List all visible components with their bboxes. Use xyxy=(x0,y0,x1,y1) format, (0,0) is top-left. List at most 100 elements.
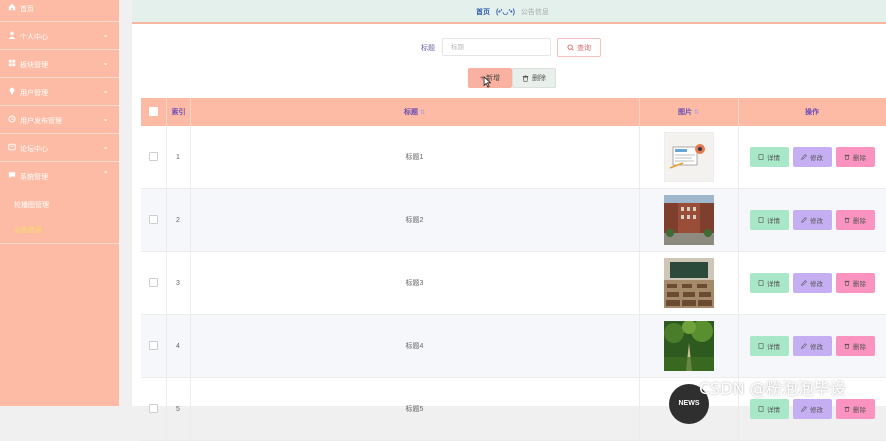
document-icon xyxy=(758,280,764,286)
row-check-cell[interactable] xyxy=(141,314,167,378)
cursor-icon xyxy=(483,76,492,88)
edit-button-label: 修改 xyxy=(810,281,823,288)
trash-icon xyxy=(844,406,850,412)
row-ops-cell: 详情 修改 删除 xyxy=(738,251,886,315)
detail-button[interactable]: 详情 xyxy=(749,147,789,167)
chevron-up-icon: ⌃ xyxy=(102,170,109,179)
delete-button[interactable]: 删除 xyxy=(835,399,875,419)
header-image[interactable]: 图片 ⇅ xyxy=(639,98,739,126)
delete-button[interactable]: 删除 xyxy=(835,273,875,293)
edit-button[interactable]: 修改 xyxy=(792,336,832,356)
row-checkbox[interactable] xyxy=(148,151,158,161)
edit-button[interactable]: 修改 xyxy=(792,273,832,293)
pencil-icon xyxy=(801,343,807,349)
sidebar-item-label: 论坛中心 xyxy=(20,146,48,153)
row-title: 标题5 xyxy=(190,377,640,441)
sidebar-item-user-posts[interactable]: 用户发布管理 ⌄ xyxy=(0,106,119,134)
row-check-cell[interactable] xyxy=(141,188,167,252)
classroom-image xyxy=(663,258,714,308)
detail-button-label: 详情 xyxy=(767,218,780,225)
detail-button[interactable]: 详情 xyxy=(749,399,789,419)
sidebar-item-label: 系统管理 xyxy=(20,174,48,181)
sidebar-item-home[interactable]: 首页 xyxy=(0,0,119,22)
table-header-row: 索引 标题 ⇅ 图片 ⇅ 操作 xyxy=(141,98,886,126)
delete-button-label: 删除 xyxy=(853,281,866,288)
sidebar-subitem-carousel[interactable]: 轮播图管理 xyxy=(14,200,49,210)
detail-button[interactable]: 详情 xyxy=(749,210,789,230)
sidebar-item-label: 用户管理 xyxy=(20,90,48,97)
edit-button-label: 修改 xyxy=(810,344,823,351)
row-check-cell[interactable] xyxy=(141,126,167,189)
sidebar-item-label: 用户发布管理 xyxy=(20,118,62,125)
search-icon xyxy=(567,44,574,51)
pencil-icon xyxy=(801,217,807,223)
header-ops: 操作 xyxy=(738,98,886,126)
document-icon xyxy=(758,343,764,349)
row-check-cell[interactable] xyxy=(141,377,167,441)
row-index: 4 xyxy=(166,314,191,378)
row-checkbox[interactable] xyxy=(148,340,158,350)
breadcrumb-home[interactable]: 首页 xyxy=(476,9,490,16)
row-checkbox[interactable] xyxy=(148,277,158,287)
chevron-down-icon: ⌄ xyxy=(102,142,109,151)
delete-button[interactable]: 删除 xyxy=(835,336,875,356)
edit-button[interactable]: 修改 xyxy=(792,399,832,419)
trash-icon xyxy=(844,154,850,160)
school-building-image xyxy=(663,195,714,245)
watermark: CSDN @粉泡泡毕设 xyxy=(699,379,846,398)
row-actions: 详情 修改 删除 xyxy=(739,399,886,419)
row-image-cell xyxy=(639,314,739,378)
top-bar: 首页 (•'◡'•) 公告信息 xyxy=(132,0,886,24)
detail-button-label: 详情 xyxy=(767,344,780,351)
sidebar-item-board[interactable]: 板块管理 ⌄ xyxy=(0,50,119,78)
row-actions: 详情 修改 删除 xyxy=(739,273,886,293)
sort-icon[interactable]: ⇅ xyxy=(420,110,425,116)
row-check-cell[interactable] xyxy=(141,251,167,315)
pencil-icon xyxy=(801,406,807,412)
row-ops-cell: 详情 修改 删除 xyxy=(738,126,886,189)
sort-icon[interactable]: ⇅ xyxy=(694,110,699,116)
edit-button[interactable]: 修改 xyxy=(792,210,832,230)
home-icon xyxy=(8,3,16,11)
row-ops-cell: 详情 修改 删除 xyxy=(738,314,886,378)
row-actions: 详情 修改 删除 xyxy=(739,336,886,356)
header-title[interactable]: 标题 ⇅ xyxy=(190,98,640,126)
row-checkbox[interactable] xyxy=(148,214,158,224)
sidebar-item-forum[interactable]: 论坛中心 ⌄ xyxy=(0,134,119,162)
select-all-checkbox[interactable] xyxy=(148,106,158,116)
row-actions: 详情 修改 删除 xyxy=(739,147,886,167)
chevron-down-icon: ⌄ xyxy=(102,58,109,67)
row-image-cell xyxy=(639,251,739,315)
sidebar-item-label: 首页 xyxy=(20,6,34,13)
search-input[interactable] xyxy=(442,38,551,56)
sidebar-item-system[interactable]: 系统管理 ⌃ xyxy=(0,162,119,190)
detail-button-label: 详情 xyxy=(767,155,780,162)
header-image-label: 图片 xyxy=(677,109,692,116)
sidebar-item-users[interactable]: 用户管理 ⌄ xyxy=(0,78,119,106)
delete-button[interactable]: 删除 xyxy=(835,210,875,230)
sidebar-subitem-notice[interactable]: 公告信息 xyxy=(14,225,42,235)
batch-delete-button[interactable]: 删除 xyxy=(512,68,556,88)
chevron-down-icon: ⌄ xyxy=(102,114,109,123)
row-checkbox[interactable] xyxy=(148,403,158,413)
row-title: 标题1 xyxy=(190,126,640,189)
breadcrumb-face: (•'◡'•) xyxy=(495,9,515,16)
forum-icon xyxy=(8,143,16,151)
edit-button[interactable]: 修改 xyxy=(792,147,832,167)
row-index: 1 xyxy=(166,126,191,189)
table-row: 4 标题4 详情 修改 删除 xyxy=(141,314,886,378)
select-all-cell[interactable] xyxy=(141,98,167,126)
detail-button[interactable]: 详情 xyxy=(749,273,789,293)
bulb-icon xyxy=(9,87,15,95)
delete-button[interactable]: 删除 xyxy=(835,147,875,167)
sidebar-item-personal[interactable]: 个人中心 ⌄ xyxy=(0,22,119,50)
detail-button[interactable]: 详情 xyxy=(749,336,789,356)
breadcrumb-current: 公告信息 xyxy=(520,9,549,16)
edit-button-label: 修改 xyxy=(810,218,823,225)
header-ops-label: 操作 xyxy=(805,109,819,116)
chat-icon xyxy=(8,172,16,179)
sidebar-gap xyxy=(119,0,132,406)
table-row: 1 标题1 详情 修改 删除 xyxy=(141,126,886,189)
query-button[interactable]: 查询 xyxy=(557,38,601,57)
trash-icon xyxy=(844,217,850,223)
